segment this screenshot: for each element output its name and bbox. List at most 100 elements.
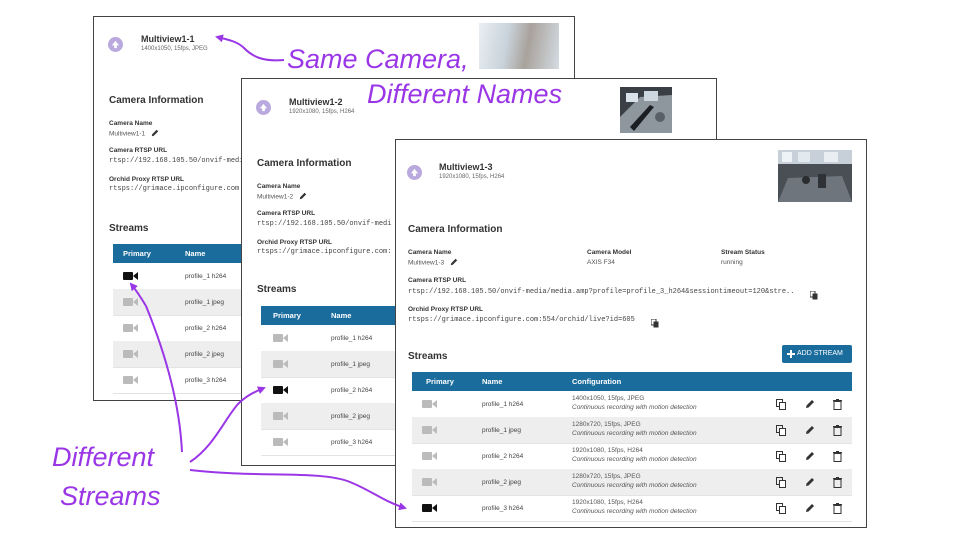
copy-icon[interactable]	[809, 287, 818, 305]
stream-name: profile_1 jpeg	[185, 299, 225, 306]
add-stream-button[interactable]: ADD STREAM	[782, 345, 852, 363]
up-arrow-circle-icon[interactable]	[407, 165, 422, 180]
rtsp-url-label: Camera RTSP URL	[109, 147, 168, 154]
video-camera-icon[interactable]	[123, 375, 138, 387]
copy-icon[interactable]	[776, 477, 786, 490]
camera-thumbnail	[479, 23, 559, 69]
proxy-url-value: rtsps://grimace.ipconfigure.com	[109, 185, 240, 193]
video-camera-icon[interactable]	[123, 297, 138, 309]
stream-name: profile_2 h264	[331, 387, 373, 394]
camera-name-label: Camera Name	[257, 183, 301, 190]
camera-name-value: Multiview1-3	[408, 258, 458, 268]
delete-icon[interactable]	[833, 399, 842, 412]
camera-title: Multiview1-3	[439, 162, 493, 172]
video-camera-icon[interactable]	[422, 399, 437, 411]
rtsp-url-value: rtsp://192.168.105.50/onvif-medi	[257, 220, 392, 228]
stream-recording-mode: Continuous recording with motion detecti…	[572, 482, 697, 489]
stream-config: 1280x720, 15fps, JPEG	[572, 421, 641, 428]
table-row[interactable]: profile_1 jpeg 1280x720, 15fps, JPEG Con…	[412, 417, 852, 444]
plus-icon	[787, 350, 795, 358]
camera-name-value: Multiview1-1	[109, 129, 159, 139]
streams-table: Primary Name Configuration profile_1 h26…	[412, 372, 852, 527]
stream-recording-mode: Continuous recording with motion detecti…	[572, 456, 697, 463]
rtsp-url-value: rtsp://192.168.105.50/onvif-media/media.…	[408, 288, 795, 296]
annotation-different: Different	[52, 442, 155, 472]
video-camera-icon[interactable]	[123, 349, 138, 361]
video-camera-icon[interactable]	[273, 333, 288, 345]
video-camera-icon[interactable]	[422, 425, 437, 437]
col-name-header: Name	[185, 249, 206, 258]
delete-icon[interactable]	[833, 451, 842, 464]
stream-name: profile_1 h264	[185, 273, 227, 280]
delete-icon[interactable]	[833, 425, 842, 438]
pencil-icon[interactable]	[299, 192, 307, 202]
annotation-streams: Streams	[60, 481, 161, 511]
stream-name: profile_1 h264	[331, 335, 373, 342]
stream-name: profile_2 h264	[185, 325, 227, 332]
col-primary-header: Primary	[123, 249, 151, 258]
delete-icon[interactable]	[833, 477, 842, 490]
stream-recording-mode: Continuous recording with motion detecti…	[572, 404, 697, 411]
camera-model-value: AXIS F34	[587, 259, 615, 266]
stream-config: 1400x1050, 15fps, JPEG	[572, 395, 645, 402]
video-camera-icon[interactable]	[422, 477, 437, 489]
table-row[interactable]: profile_3 h264 1920x1080, 15fps, H264 Co…	[412, 495, 852, 522]
rtsp-url-label: Camera RTSP URL	[257, 210, 316, 217]
table-row[interactable]: profile_2 h264 1920x1080, 15fps, H264 Co…	[412, 443, 852, 470]
camera-subtitle: 1920x1080, 15fps, H264	[439, 174, 505, 180]
table-row[interactable]: profile_1 h264 1400x1050, 15fps, JPEG Co…	[412, 391, 852, 418]
camera-title: Multiview1-1	[141, 34, 195, 44]
pencil-icon[interactable]	[151, 129, 159, 139]
stream-config: 1920x1080, 15fps, H264	[572, 499, 643, 506]
camera-model-label: Camera Model	[587, 249, 632, 256]
proxy-url-label: Orchid Proxy RTSP URL	[109, 176, 185, 183]
stream-name: profile_2 jpeg	[185, 351, 225, 358]
stream-status-label: Stream Status	[721, 249, 765, 256]
pencil-icon[interactable]	[805, 477, 815, 489]
rtsp-url-value: rtsp://192.168.105.50/onvif-media	[109, 157, 248, 165]
col-name-header: Name	[482, 377, 503, 386]
up-arrow-circle-icon[interactable]	[256, 100, 271, 115]
pencil-icon[interactable]	[805, 503, 815, 515]
copy-icon[interactable]	[776, 451, 786, 464]
copy-icon[interactable]	[776, 503, 786, 516]
stream-name: profile_2 h264	[482, 453, 524, 460]
col-name-header: Name	[331, 311, 352, 320]
video-camera-icon[interactable]	[273, 411, 288, 423]
stream-name: profile_1 jpeg	[482, 427, 522, 434]
copy-icon[interactable]	[650, 315, 659, 333]
pencil-icon[interactable]	[805, 425, 815, 437]
video-camera-icon[interactable]	[123, 323, 138, 335]
delete-icon[interactable]	[833, 503, 842, 516]
copy-icon[interactable]	[776, 425, 786, 438]
copy-icon[interactable]	[776, 399, 786, 412]
stream-name: profile_1 jpeg	[331, 361, 371, 368]
stream-config: 1280x720, 15fps, JPEG	[572, 473, 641, 480]
video-camera-icon[interactable]	[123, 271, 138, 283]
col-primary-header: Primary	[273, 311, 301, 320]
proxy-url-value: rtsps://grimace.ipconfigure.com:	[257, 248, 392, 256]
up-arrow-circle-icon[interactable]	[108, 37, 123, 52]
video-camera-icon[interactable]	[273, 437, 288, 449]
video-camera-icon[interactable]	[273, 385, 288, 397]
stream-config: 1920x1080, 15fps, H264	[572, 447, 643, 454]
table-row[interactable]: profile_2 jpeg 1280x720, 15fps, JPEG Con…	[412, 469, 852, 496]
stream-name: profile_3 h264	[185, 377, 227, 384]
stream-name: profile_2 jpeg	[331, 413, 371, 420]
camera-name-value: Multiview1-2	[257, 192, 307, 202]
streams-heading: Streams	[109, 223, 149, 234]
proxy-url-value: rtsps://grimace.ipconfigure.com:554/orch…	[408, 316, 635, 324]
table-header: Primary Name Configuration	[412, 372, 852, 391]
pencil-icon[interactable]	[450, 258, 458, 268]
video-camera-icon[interactable]	[422, 503, 437, 515]
video-camera-icon[interactable]	[273, 359, 288, 371]
video-camera-icon[interactable]	[422, 451, 437, 463]
stream-recording-mode: Continuous recording with motion detecti…	[572, 508, 697, 515]
arrow-to-card3-primary	[189, 469, 407, 511]
add-stream-label: ADD STREAM	[797, 350, 843, 357]
camera-thumbnail	[778, 150, 852, 202]
pencil-icon[interactable]	[805, 399, 815, 411]
pencil-icon[interactable]	[805, 451, 815, 463]
annotation-same-camera: Same Camera,	[287, 44, 469, 74]
stream-status-value: running	[721, 259, 743, 266]
